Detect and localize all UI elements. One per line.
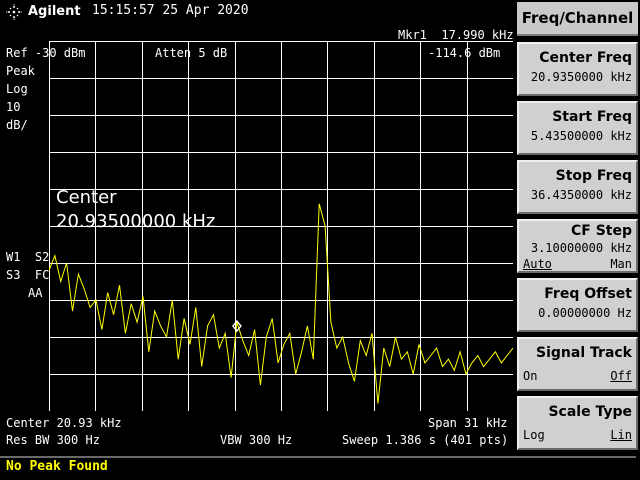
cf-step-softkey[interactable]: CF Step 3.10000000 kHz Auto Man [517, 219, 638, 273]
span: Span 31 kHz [428, 416, 508, 430]
softkey-option-man: Man [610, 257, 632, 271]
softkey-label: Scale Type [548, 404, 632, 420]
start-freq-softkey[interactable]: Start Freq 5.43500000 kHz [517, 101, 638, 155]
softkey-option-on: On [523, 369, 538, 383]
trace-status-1: W1 S2 [6, 250, 50, 264]
softkey-label: Freq Offset [544, 286, 632, 302]
scale-value: 10 [6, 100, 21, 114]
menu-title: Freq/Channel [517, 2, 638, 36]
detector-mode: Peak [6, 64, 35, 78]
softkey-option-lin: Lin [610, 428, 632, 442]
softkey-label: Stop Freq [555, 168, 632, 184]
brand-name: Agilent [28, 4, 81, 19]
scale-type: Log [6, 82, 28, 96]
active-function-label: Center [56, 187, 117, 208]
softkey-value: 36.4350000 kHz [530, 188, 632, 202]
softkey-option-off: Off [610, 369, 632, 383]
softkey-label: Start Freq [552, 109, 632, 125]
center-frequency: Center 20.93 kHz [6, 416, 122, 430]
resolution-bandwidth: Res BW 300 Hz [6, 433, 100, 447]
scale-unit: dB/ [6, 118, 28, 132]
softkey-label: Signal Track [536, 345, 632, 361]
trace-status-3: AA [28, 286, 43, 300]
softkey-value: 3.10000000 kHz [530, 241, 632, 255]
signal-track-softkey[interactable]: Signal Track On Off [517, 337, 638, 391]
softkey-option-log: Log [523, 428, 545, 442]
center-freq-softkey[interactable]: Center Freq 20.9350000 kHz [517, 42, 638, 96]
softkey-value: 20.9350000 kHz [530, 70, 632, 84]
softkey-option-auto: Auto [523, 257, 552, 271]
freq-offset-softkey[interactable]: Freq Offset 0.00000000 Hz [517, 278, 638, 332]
agilent-logo-icon [6, 4, 22, 20]
marker-frequency: Mkr1 17.990 kHz [398, 28, 514, 42]
stop-freq-softkey[interactable]: Stop Freq 36.4350000 kHz [517, 160, 638, 214]
video-bandwidth: VBW 300 Hz [220, 433, 293, 447]
trace-status-2: S3 FC [6, 268, 50, 282]
softkey-value: 5.43500000 kHz [530, 129, 632, 143]
softkey-value: 0.00000000 Hz [538, 306, 632, 320]
sweep-time: Sweep 1.386 s (401 pts) [342, 433, 509, 447]
softkey-label: CF Step [570, 223, 632, 239]
softkey-label: Center Freq [539, 50, 632, 66]
scale-type-softkey[interactable]: Scale Type Log Lin [517, 396, 638, 450]
date-time: 15:15:57 25 Apr 2020 [92, 3, 249, 18]
status-message: No Peak Found [6, 459, 108, 474]
active-function-value: 20.93500000 kHz [56, 211, 216, 232]
